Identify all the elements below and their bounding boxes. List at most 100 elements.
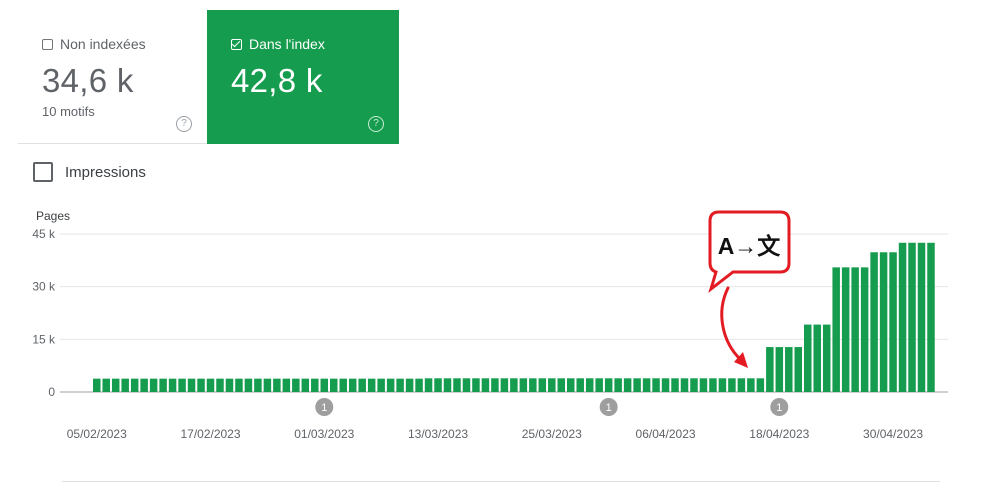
bar[interactable] [889, 252, 897, 392]
bar[interactable] [159, 378, 167, 392]
bar[interactable] [851, 267, 859, 392]
bar[interactable] [652, 378, 660, 392]
x-tick-label: 18/04/2023 [749, 427, 809, 441]
bar[interactable] [917, 242, 926, 392]
bar[interactable] [443, 378, 452, 392]
bar[interactable] [263, 378, 272, 392]
bar[interactable] [424, 378, 433, 392]
bar[interactable] [927, 242, 935, 392]
bar[interactable] [661, 378, 670, 392]
bar[interactable] [718, 378, 727, 392]
bar[interactable] [472, 378, 480, 392]
bar[interactable] [339, 378, 347, 392]
bar[interactable] [529, 378, 537, 392]
translate-annotation: A→文 [708, 210, 791, 368]
bar[interactable] [358, 378, 366, 392]
bar[interactable] [633, 378, 641, 392]
bar[interactable] [462, 378, 471, 392]
x-tick-label: 01/03/2023 [294, 427, 354, 441]
bar[interactable] [699, 378, 708, 392]
bar[interactable] [500, 378, 509, 392]
bar[interactable] [197, 378, 205, 392]
bar[interactable] [614, 378, 622, 392]
bar[interactable] [510, 378, 518, 392]
bar[interactable] [671, 378, 679, 392]
bar[interactable] [538, 378, 547, 392]
bar[interactable] [405, 378, 414, 392]
bar[interactable] [121, 378, 129, 392]
bar[interactable] [860, 267, 869, 392]
bar[interactable] [832, 267, 840, 392]
bar[interactable] [491, 378, 499, 392]
y-axis-title: Pages [36, 209, 70, 223]
bar[interactable] [149, 378, 158, 392]
bar[interactable] [841, 267, 850, 392]
x-tick-label: 13/03/2023 [408, 427, 468, 441]
bar[interactable] [747, 378, 755, 392]
bar[interactable] [756, 378, 765, 392]
bar[interactable] [804, 324, 812, 392]
indexed-pages-chart: Pages 0 15 k 30 k 45 k 1 1 1 05/02/2023 17/02/… [32, 209, 948, 441]
bar[interactable] [216, 378, 224, 392]
bar[interactable] [623, 378, 632, 392]
bar[interactable] [311, 378, 319, 392]
bar[interactable] [434, 378, 442, 392]
bar[interactable] [813, 324, 821, 392]
bar[interactable] [273, 378, 281, 392]
bar[interactable] [396, 378, 404, 392]
bar[interactable] [567, 378, 575, 392]
bar[interactable] [822, 324, 831, 392]
bar[interactable] [320, 378, 329, 392]
bar[interactable] [377, 378, 385, 392]
bar[interactable] [168, 378, 177, 392]
bar[interactable] [898, 242, 907, 392]
bar[interactable] [282, 378, 291, 392]
bar[interactable] [642, 378, 651, 392]
bar[interactable] [519, 378, 528, 392]
y-tick-label: 30 k [32, 280, 56, 294]
bar[interactable] [604, 378, 613, 392]
bar[interactable] [254, 378, 262, 392]
bar[interactable] [415, 378, 423, 392]
bar[interactable] [178, 378, 186, 392]
bar[interactable] [728, 378, 736, 392]
bar[interactable] [225, 378, 234, 392]
bar[interactable] [737, 378, 746, 392]
y-tick-label: 45 k [32, 227, 56, 241]
bar[interactable] [102, 378, 110, 392]
bar[interactable] [130, 378, 139, 392]
bar[interactable] [766, 347, 774, 392]
bar[interactable] [301, 378, 310, 392]
bar[interactable] [585, 378, 594, 392]
bar[interactable] [576, 378, 584, 392]
bar[interactable] [775, 347, 784, 392]
bar[interactable] [367, 378, 376, 392]
bar[interactable] [548, 378, 556, 392]
bar[interactable] [453, 378, 461, 392]
bar[interactable] [794, 347, 803, 392]
bar[interactable] [557, 378, 566, 392]
divider [62, 481, 940, 482]
bar[interactable] [235, 378, 243, 392]
annotation-marker-count: 1 [776, 402, 782, 414]
bar[interactable] [690, 378, 698, 392]
y-tick-label: 15 k [32, 332, 56, 346]
bar[interactable] [908, 242, 916, 392]
bar[interactable] [330, 378, 338, 392]
bar[interactable] [785, 347, 793, 392]
bar[interactable] [244, 378, 253, 392]
bar[interactable] [870, 252, 878, 392]
bar[interactable] [680, 378, 689, 392]
bar[interactable] [481, 378, 490, 392]
bar[interactable] [595, 378, 603, 392]
bar[interactable] [879, 252, 888, 392]
bar[interactable] [93, 378, 101, 392]
bar[interactable] [348, 378, 357, 392]
bar[interactable] [187, 378, 196, 392]
bar[interactable] [140, 378, 148, 392]
bar[interactable] [206, 378, 215, 392]
bar[interactable] [386, 378, 395, 392]
bar[interactable] [292, 378, 300, 392]
bar[interactable] [111, 378, 120, 392]
bar[interactable] [709, 378, 717, 392]
